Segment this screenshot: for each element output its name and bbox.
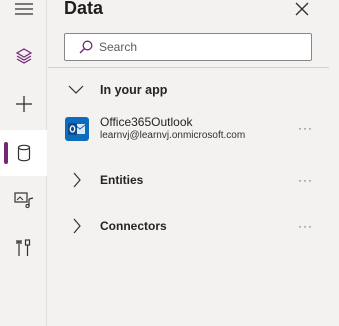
more-options-button[interactable]: ···	[298, 218, 314, 234]
close-button[interactable]	[292, 0, 312, 20]
source-account: learnvj@learnvj.onmicrosoft.com	[100, 130, 246, 141]
group-label: Entities	[100, 173, 144, 187]
tools-icon	[15, 239, 30, 256]
close-icon	[295, 2, 309, 16]
data-button[interactable]	[0, 130, 47, 176]
menu-button[interactable]	[0, 0, 47, 32]
chevron-right-icon	[73, 218, 81, 234]
divider	[48, 67, 329, 68]
layers-icon	[15, 48, 32, 64]
chevron-down-icon	[68, 85, 84, 94]
tree-view-button[interactable]	[0, 33, 47, 79]
media-button[interactable]	[0, 177, 47, 223]
database-icon	[17, 144, 30, 162]
in-your-app-header[interactable]: In your app	[48, 76, 329, 104]
chevron-right-icon	[73, 172, 81, 188]
left-rail	[0, 0, 47, 326]
search-box[interactable]	[64, 33, 312, 61]
advanced-tools-button[interactable]	[0, 225, 47, 271]
panel-title: Data	[64, 0, 104, 18]
source-name: Office365Outlook	[100, 115, 193, 129]
plus-icon	[15, 96, 32, 112]
entities-group[interactable]: Entities ···	[48, 166, 329, 194]
media-icon	[13, 192, 33, 209]
data-panel: Data In your app Office365Outlook	[48, 0, 329, 326]
outlook-icon	[65, 117, 89, 141]
active-indicator	[4, 142, 8, 164]
section-label: In your app	[100, 83, 168, 97]
more-options-button[interactable]: ···	[298, 172, 314, 188]
search-icon	[79, 40, 93, 54]
more-options-button[interactable]: ···	[298, 120, 314, 136]
insert-button[interactable]	[0, 81, 47, 127]
data-source-office365outlook[interactable]: Office365Outlook learnvj@learnvj.onmicro…	[48, 110, 329, 150]
hamburger-icon	[14, 3, 33, 15]
group-label: Connectors	[100, 219, 167, 233]
search-input[interactable]	[99, 40, 299, 54]
connectors-group[interactable]: Connectors ···	[48, 212, 329, 240]
